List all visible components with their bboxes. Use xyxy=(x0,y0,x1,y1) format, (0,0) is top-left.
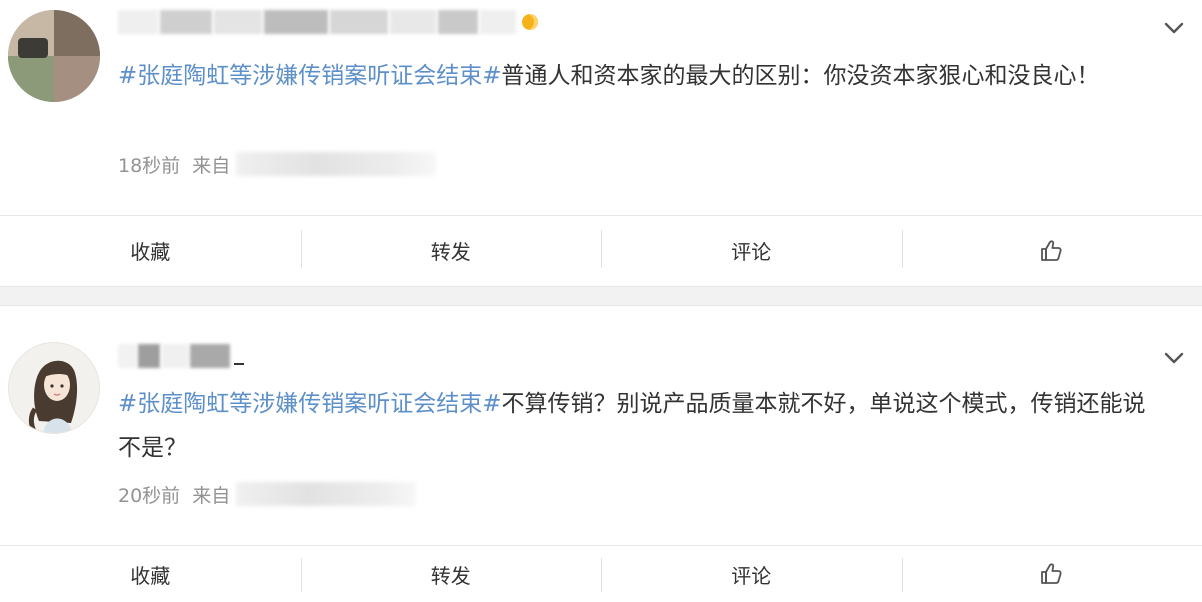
favorite-button[interactable]: 收藏 xyxy=(0,216,301,285)
weibo-post: #张庭陶虹等涉嫌传销案听证会结束#不算传销？别说产品质量本就不好，单说这个模式，… xyxy=(0,306,1202,602)
post-separator xyxy=(0,286,1202,306)
chevron-down-icon[interactable] xyxy=(1162,346,1186,370)
repost-button[interactable]: 转发 xyxy=(300,546,602,602)
like-button[interactable] xyxy=(901,546,1202,602)
source-redacted xyxy=(236,482,417,506)
post-content: #张庭陶虹等涉嫌传销案听证会结束#普通人和资本家的最大的区别：你没资本家狠心和没… xyxy=(118,54,1158,98)
post-text: 普通人和资本家的最大的区别：你没资本家狠心和没良心！ xyxy=(501,63,1100,89)
post-meta: 18秒前 来自 xyxy=(118,150,437,178)
weibo-post: #张庭陶虹等涉嫌传销案听证会结束#普通人和资本家的最大的区别：你没资本家狠心和没… xyxy=(0,0,1202,286)
post-meta: 20秒前 来自 xyxy=(118,480,417,508)
hashtag-link[interactable]: #张庭陶虹等涉嫌传销案听证会结束# xyxy=(118,63,502,89)
vip-badge-icon xyxy=(522,14,538,30)
hashtag-link[interactable]: #张庭陶虹等涉嫌传销案听证会结束# xyxy=(118,391,502,417)
action-bar: 收藏 转发 评论 xyxy=(0,545,1202,602)
post-content: #张庭陶虹等涉嫌传销案听证会结束#不算传销？别说产品质量本就不好，单说这个模式，… xyxy=(118,382,1158,470)
post-time[interactable]: 20秒前 xyxy=(118,481,180,508)
avatar[interactable] xyxy=(8,10,100,102)
chevron-down-icon[interactable] xyxy=(1162,16,1186,40)
action-bar: 收藏 转发 评论 xyxy=(0,215,1202,285)
thumbs-up-icon xyxy=(1040,239,1062,261)
source-redacted xyxy=(236,152,437,176)
favorite-button[interactable]: 收藏 xyxy=(0,546,301,602)
username-redacted[interactable] xyxy=(118,8,538,36)
feed-page: #张庭陶虹等涉嫌传销案听证会结束#普通人和资本家的最大的区别：你没资本家狠心和没… xyxy=(0,0,1202,602)
like-button[interactable] xyxy=(901,216,1202,285)
thumbs-up-icon xyxy=(1040,563,1062,584)
source-label: 来自 xyxy=(192,154,231,177)
post-time[interactable]: 18秒前 xyxy=(118,151,180,178)
comment-button[interactable]: 评论 xyxy=(601,546,902,602)
username-redacted[interactable] xyxy=(118,342,244,370)
avatar[interactable] xyxy=(8,342,100,434)
source-label: 来自 xyxy=(192,484,231,507)
repost-button[interactable]: 转发 xyxy=(300,216,602,285)
comment-button[interactable]: 评论 xyxy=(601,216,902,285)
